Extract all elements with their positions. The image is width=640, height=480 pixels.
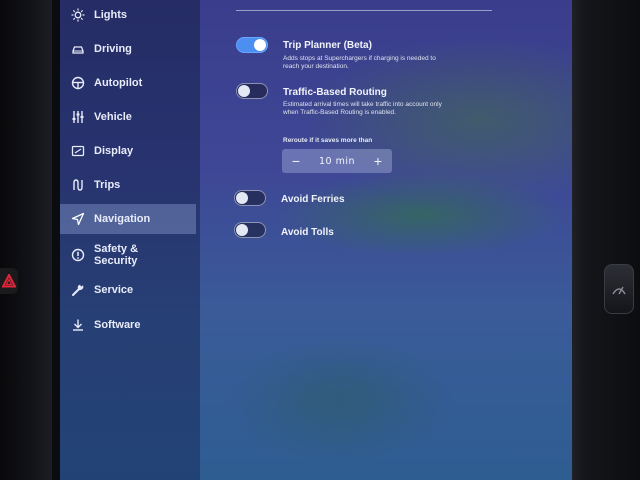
sidebar-item-label: Driving: [94, 43, 132, 55]
side-control-knob[interactable]: [604, 264, 634, 314]
wrench-icon: [70, 282, 86, 298]
trips-icon: [70, 177, 86, 193]
steering-wheel-icon: [70, 75, 86, 91]
sidebar-item-label: Lights: [94, 9, 127, 21]
sidebar-item-vehicle[interactable]: Vehicle: [70, 102, 198, 132]
alert-circle-icon: [70, 247, 86, 263]
trip-planner-title: Trip Planner (Beta): [283, 40, 372, 51]
toggle-knob: [236, 224, 248, 236]
sidebar-item-autopilot[interactable]: Autopilot: [70, 68, 198, 98]
avoid-ferries-title: Avoid Ferries: [281, 194, 345, 205]
trip-planner-description: Adds stops at Superchargers if charging …: [283, 55, 436, 70]
display-icon: [70, 143, 86, 159]
hazard-triangle-icon: [2, 274, 16, 288]
right-bezel: [560, 0, 640, 480]
trip-planner-toggle[interactable]: [236, 37, 268, 53]
avoid-tolls-toggle[interactable]: [234, 222, 266, 238]
settings-sidebar: Lights Driving Autopilot Vehicle Display: [60, 0, 200, 480]
sidebar-item-navigation[interactable]: Navigation: [60, 204, 196, 234]
sidebar-item-service[interactable]: Service: [70, 275, 198, 305]
decrement-button[interactable]: −: [288, 154, 304, 168]
navigation-arrow-icon: [70, 211, 86, 227]
touchscreen: Lights Driving Autopilot Vehicle Display: [60, 0, 572, 480]
sidebar-item-safety-security[interactable]: Safety & Security: [70, 238, 198, 272]
increment-button[interactable]: +: [370, 154, 386, 168]
sidebar-item-label: Service: [94, 284, 134, 296]
avoid-ferries-toggle[interactable]: [234, 190, 266, 206]
sidebar-item-display[interactable]: Display: [70, 136, 198, 166]
sidebar-item-label: Safety & Security: [94, 243, 139, 267]
sidebar-item-label: Vehicle: [94, 111, 132, 123]
traffic-routing-toggle[interactable]: [236, 83, 268, 99]
sidebar-item-label: Navigation: [94, 213, 151, 225]
sidebar-item-label: Software: [94, 319, 141, 331]
sliders-icon: [70, 109, 86, 125]
hazard-button[interactable]: [0, 268, 18, 294]
sidebar-item-label: Display: [94, 145, 134, 157]
sidebar-item-label: Autopilot: [94, 77, 143, 89]
sidebar-item-driving[interactable]: Driving: [70, 34, 198, 64]
sidebar-item-software[interactable]: Software: [70, 310, 198, 340]
section-divider: [236, 10, 492, 11]
traffic-routing-title: Traffic-Based Routing: [283, 87, 387, 98]
sidebar-item-trips[interactable]: Trips: [70, 170, 198, 200]
wiper-icon: [612, 286, 626, 295]
toggle-knob: [238, 85, 250, 97]
reroute-stepper: − 10 min +: [282, 149, 392, 173]
left-bezel: [0, 0, 52, 480]
reroute-label: Reroute if it saves more than: [283, 137, 373, 144]
car-icon: [70, 41, 86, 57]
toggle-knob: [236, 192, 248, 204]
download-icon: [70, 317, 86, 333]
avoid-tolls-title: Avoid Tolls: [281, 227, 334, 238]
sun-icon: [70, 7, 86, 23]
sidebar-item-lights[interactable]: Lights: [70, 0, 198, 30]
sidebar-item-label: Trips: [94, 179, 121, 191]
reroute-value: 10 min: [318, 155, 356, 167]
traffic-routing-description: Estimated arrival times will take traffi…: [283, 101, 442, 116]
toggle-knob: [254, 39, 266, 51]
